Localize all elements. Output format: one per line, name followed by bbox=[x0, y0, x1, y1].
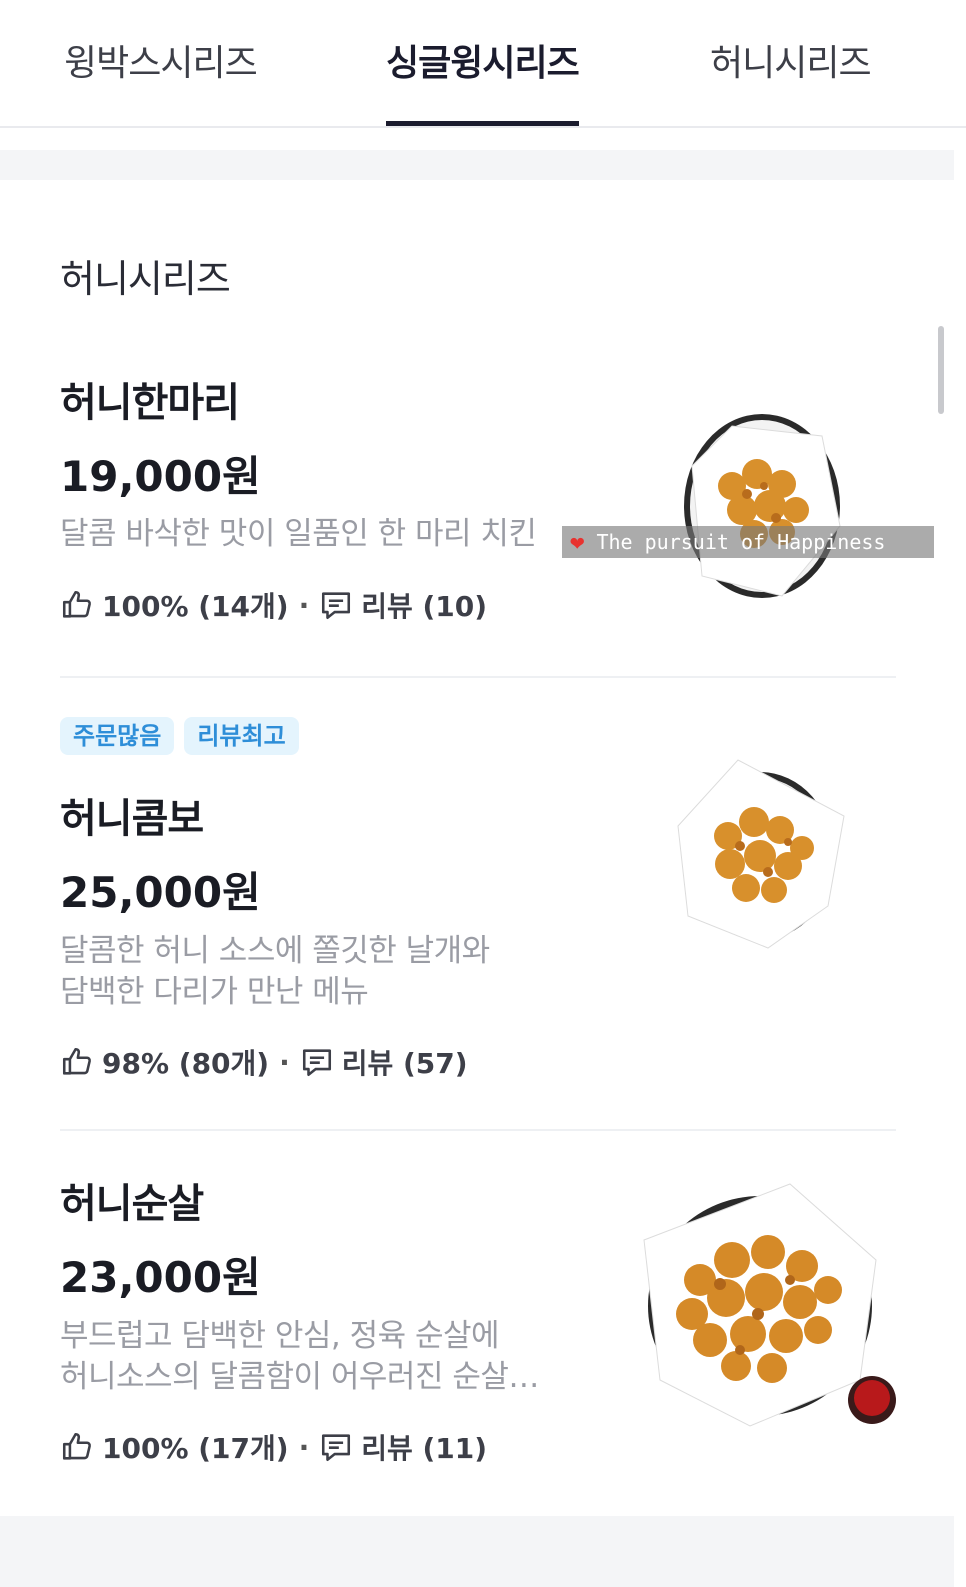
like-rating: 98% (80개) bbox=[102, 1047, 270, 1080]
thumbs-up-icon bbox=[62, 1047, 91, 1075]
section-title: 허니시리즈 bbox=[60, 257, 231, 301]
comment-icon bbox=[322, 1434, 351, 1462]
comment-icon bbox=[322, 592, 351, 620]
menu-item-stats: 100% (17개) · 리뷰 (11) bbox=[60, 1427, 487, 1467]
badge-popular: 주문많음 bbox=[60, 717, 175, 755]
description-line: 부드럽고 담백한 안심, 정육 순살에 bbox=[60, 1318, 500, 1354]
menu-item-description: 부드럽고 담백한 안심, 정육 순살에 허니소스의 달콤함이 어우러진 순살… bbox=[60, 1316, 560, 1398]
review-count: 리뷰 (10) bbox=[361, 590, 488, 623]
separator-dot: · bbox=[298, 1430, 310, 1464]
menu-item-description: 달콤한 허니 소스에 쫄깃한 날개와 담백한 다리가 만난 메뉴 bbox=[60, 931, 560, 1013]
menu-item-stats: 98% (80개) · 리뷰 (57) bbox=[60, 1042, 468, 1082]
tab-single-wing-series[interactable]: 싱글윙시리즈 bbox=[386, 34, 580, 126]
thumbs-up-icon bbox=[62, 1432, 91, 1460]
divider bbox=[60, 676, 896, 678]
like-rating: 100% (17개) bbox=[102, 1432, 289, 1465]
menu-item-price: 19,000원 bbox=[60, 452, 261, 501]
overlay-text: The pursuit of Happiness bbox=[596, 530, 886, 554]
separator-dot: · bbox=[298, 588, 310, 622]
menu-item-name: 허니콤보 bbox=[60, 796, 204, 842]
description-line: 담백한 다리가 만난 메뉴 bbox=[60, 974, 369, 1010]
food-image bbox=[672, 406, 852, 606]
separator-dot: · bbox=[279, 1045, 290, 1079]
description-line: 달콤 바삭한 맛이 일품인 한 마리 치킨 bbox=[60, 516, 537, 552]
overlay-banner: ❤ The pursuit of Happiness bbox=[562, 526, 934, 558]
menu-item-name: 허니한마리 bbox=[60, 380, 240, 426]
like-rating: 100% (14개) bbox=[102, 590, 289, 623]
menu-item-name: 허니순살 bbox=[60, 1181, 204, 1227]
section-separator bbox=[0, 150, 954, 180]
description-line: 허니소스의 달콤함이 어우러진 순살… bbox=[60, 1359, 539, 1395]
tab-honey-series[interactable]: 허니시리즈 bbox=[710, 34, 872, 126]
heart-icon: ❤ bbox=[570, 528, 585, 556]
thumbs-up-icon bbox=[62, 590, 91, 618]
section-separator bbox=[0, 1516, 954, 1587]
divider bbox=[60, 1129, 896, 1131]
food-image bbox=[668, 756, 848, 952]
badge-best-review: 리뷰최고 bbox=[184, 717, 299, 755]
food-image bbox=[640, 1180, 896, 1432]
badge-group: 주문많음 리뷰최고 bbox=[60, 717, 299, 755]
menu-item-price: 25,000원 bbox=[60, 868, 261, 917]
review-count: 리뷰 (57) bbox=[341, 1047, 468, 1080]
menu-item-price: 23,000원 bbox=[60, 1253, 261, 1302]
scrollbar[interactable] bbox=[938, 326, 944, 414]
comment-icon bbox=[302, 1049, 331, 1077]
description-line: 달콤한 허니 소스에 쫄깃한 날개와 bbox=[60, 933, 490, 969]
category-tabs: 윙박스시리즈 싱글윙시리즈 허니시리즈 bbox=[0, 0, 966, 128]
menu-item-stats: 100% (14개) · 리뷰 (10) bbox=[60, 585, 487, 625]
tab-wingbox-series[interactable]: 윙박스시리즈 bbox=[64, 34, 258, 126]
review-count: 리뷰 (11) bbox=[361, 1432, 488, 1465]
menu-item-description: 달콤 바삭한 맛이 일품인 한 마리 치킨 bbox=[60, 514, 560, 555]
